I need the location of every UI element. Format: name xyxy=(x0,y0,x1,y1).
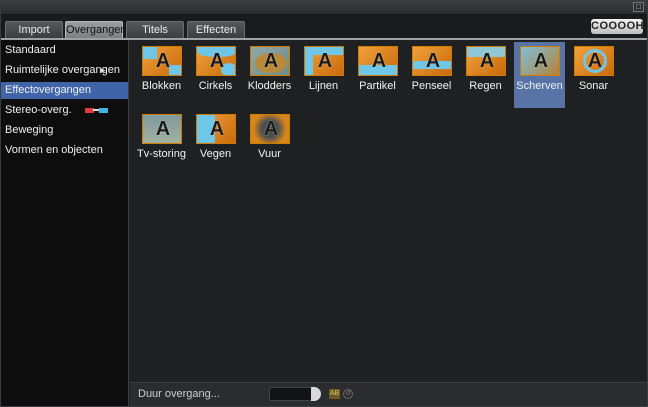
ab-toggle-icon[interactable]: AB xyxy=(329,389,340,399)
transition-blokken[interactable]: A Blokken xyxy=(136,42,187,108)
sidebar-item-label: Stereo-overg. xyxy=(5,104,72,116)
transition-thumbnail: A xyxy=(466,46,506,76)
reset-icon[interactable]: ↺ xyxy=(343,389,353,399)
sidebar-item-label: Effectovergangen xyxy=(5,84,92,96)
duration-bar: Duur overgang... AB ↺ xyxy=(130,382,647,406)
thumbnail-glyph: A xyxy=(263,118,279,140)
transition-thumbnail: A xyxy=(412,46,452,76)
transition-thumbnail: A xyxy=(520,46,560,76)
sidebar-item-label: Standaard xyxy=(5,44,56,56)
transition-vegen[interactable]: A Vegen xyxy=(190,110,241,176)
transition-sonar[interactable]: A Sonar xyxy=(568,42,619,108)
sidebar-item-vormen-en-objecten[interactable]: Vormen en objecten xyxy=(1,142,128,159)
sidebar-item-ruimtelijke-overgangen[interactable]: Ruimtelijke overgangen ▸ xyxy=(1,62,128,79)
transition-thumbnail: A xyxy=(250,114,290,144)
transition-thumbnail: A xyxy=(196,46,236,76)
sidebar-item-beweging[interactable]: Beweging xyxy=(1,122,128,139)
thumbnail-glyph: A xyxy=(317,50,333,72)
transition-lijnen[interactable]: A Lijnen xyxy=(298,42,349,108)
thumbnail-glyph: A xyxy=(209,118,225,140)
chevron-right-icon: ▸ xyxy=(101,65,106,75)
tab-import[interactable]: Import xyxy=(5,21,63,38)
transition-label: Sonar xyxy=(578,80,609,92)
thumbnail-glyph: A xyxy=(263,50,279,72)
transition-scherven[interactable]: A Scherven xyxy=(514,42,565,108)
transition-penseel[interactable]: A Penseel xyxy=(406,42,457,108)
transition-regen[interactable]: A Regen xyxy=(460,42,511,108)
thumbnail-glyph: A xyxy=(155,50,171,72)
transition-thumbnail: A xyxy=(304,46,344,76)
transition-thumbnail: A xyxy=(142,46,182,76)
thumbnail-glyph: A xyxy=(425,50,441,72)
thumbnail-glyph: A xyxy=(479,50,495,72)
sidebar-item-label: Beweging xyxy=(5,124,54,136)
sidebar-item-label: Vormen en objecten xyxy=(5,144,103,156)
transition-thumbnail: A xyxy=(358,46,398,76)
transition-tv-storing[interactable]: A Tv-storing xyxy=(136,110,187,176)
thumbnail-glyph: A xyxy=(155,118,171,140)
transition-partikel[interactable]: A Partikel xyxy=(352,42,403,108)
sidebar-item-stereo-overg[interactable]: Stereo-overg. xyxy=(1,102,128,119)
thumbnail-glyph: A xyxy=(587,50,603,72)
duration-label: Duur overgang... xyxy=(138,388,220,400)
transition-thumbnail: A xyxy=(574,46,614,76)
thumbnail-glyph: A xyxy=(371,50,387,72)
transition-thumbnail: A xyxy=(196,114,236,144)
transition-thumbnail: A xyxy=(142,114,182,144)
transition-cirkels[interactable]: A Cirkels xyxy=(190,42,241,108)
sidebar-item-standaard[interactable]: Standaard xyxy=(1,42,128,59)
duration-input[interactable] xyxy=(269,387,313,401)
sidebar-item-effectovergangen[interactable]: Effectovergangen xyxy=(1,82,128,99)
category-sidebar: Standaard Ruimtelijke overgangen ▸ Effec… xyxy=(1,40,129,406)
transition-label: Vuur xyxy=(258,148,281,160)
thumbnail-glyph: A xyxy=(533,50,549,72)
tab-bar: Import Overgangen Titels Effecten COOOOH xyxy=(1,15,647,39)
transition-thumbnail: A xyxy=(250,46,290,76)
tab-titels[interactable]: Titels xyxy=(126,21,184,38)
transition-vuur[interactable]: A Vuur xyxy=(244,110,295,176)
duration-slider-handle[interactable] xyxy=(311,387,321,401)
transition-klodders[interactable]: A Klodders xyxy=(244,42,295,108)
app-window: □ Import Overgangen Titels Effecten COOO… xyxy=(0,0,648,407)
thumbnail-glyph: A xyxy=(209,50,225,72)
title-bar: □ xyxy=(1,1,647,15)
tab-effecten[interactable]: Effecten xyxy=(187,21,245,38)
window-maximize-icon[interactable]: □ xyxy=(633,2,644,12)
brand-logo: COOOOH xyxy=(591,19,645,34)
3d-glasses-icon xyxy=(85,108,111,114)
tab-overgangen[interactable]: Overgangen xyxy=(65,21,127,38)
transition-grid: A Blokken A Cirkels A Klodders A Lijnen … xyxy=(130,40,647,382)
